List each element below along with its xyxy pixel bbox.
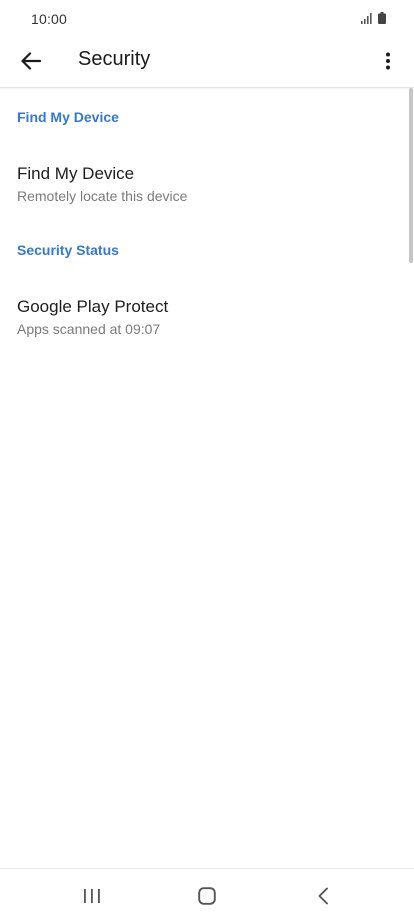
item-title: Google Play Protect xyxy=(17,297,169,316)
list-item-google-play-protect[interactable]: Google Play Protect Apps scanned at 09:0… xyxy=(0,297,408,359)
status-time: 10:00 xyxy=(31,11,68,27)
page-title: Security xyxy=(78,48,151,70)
status-bar: 10:00 xyxy=(0,0,414,36)
nav-back-button[interactable] xyxy=(295,879,351,913)
item-subtitle: Apps scanned at 09:07 xyxy=(17,321,161,337)
more-vert-icon xyxy=(386,52,390,70)
navigation-bar xyxy=(0,868,414,920)
battery-icon xyxy=(378,12,386,24)
section-header-find-my-device: Find My Device xyxy=(17,109,119,125)
recents-icon xyxy=(84,889,100,903)
status-icons xyxy=(361,12,386,24)
home-button[interactable] xyxy=(179,879,235,913)
back-icon xyxy=(318,887,328,905)
back-button[interactable] xyxy=(12,42,50,80)
section-header-security-status: Security Status xyxy=(17,242,119,258)
app-bar: Security xyxy=(0,36,414,88)
signal-icon xyxy=(361,13,372,24)
home-icon xyxy=(198,887,216,905)
recents-button[interactable] xyxy=(64,879,120,913)
list-item-find-my-device[interactable]: Find My Device Remotely locate this devi… xyxy=(0,164,408,226)
item-title: Find My Device xyxy=(17,164,135,183)
item-subtitle: Remotely locate this device xyxy=(17,188,188,204)
arrow-left-icon xyxy=(21,52,41,70)
scrollbar[interactable] xyxy=(409,88,413,263)
more-options-button[interactable] xyxy=(370,42,406,80)
